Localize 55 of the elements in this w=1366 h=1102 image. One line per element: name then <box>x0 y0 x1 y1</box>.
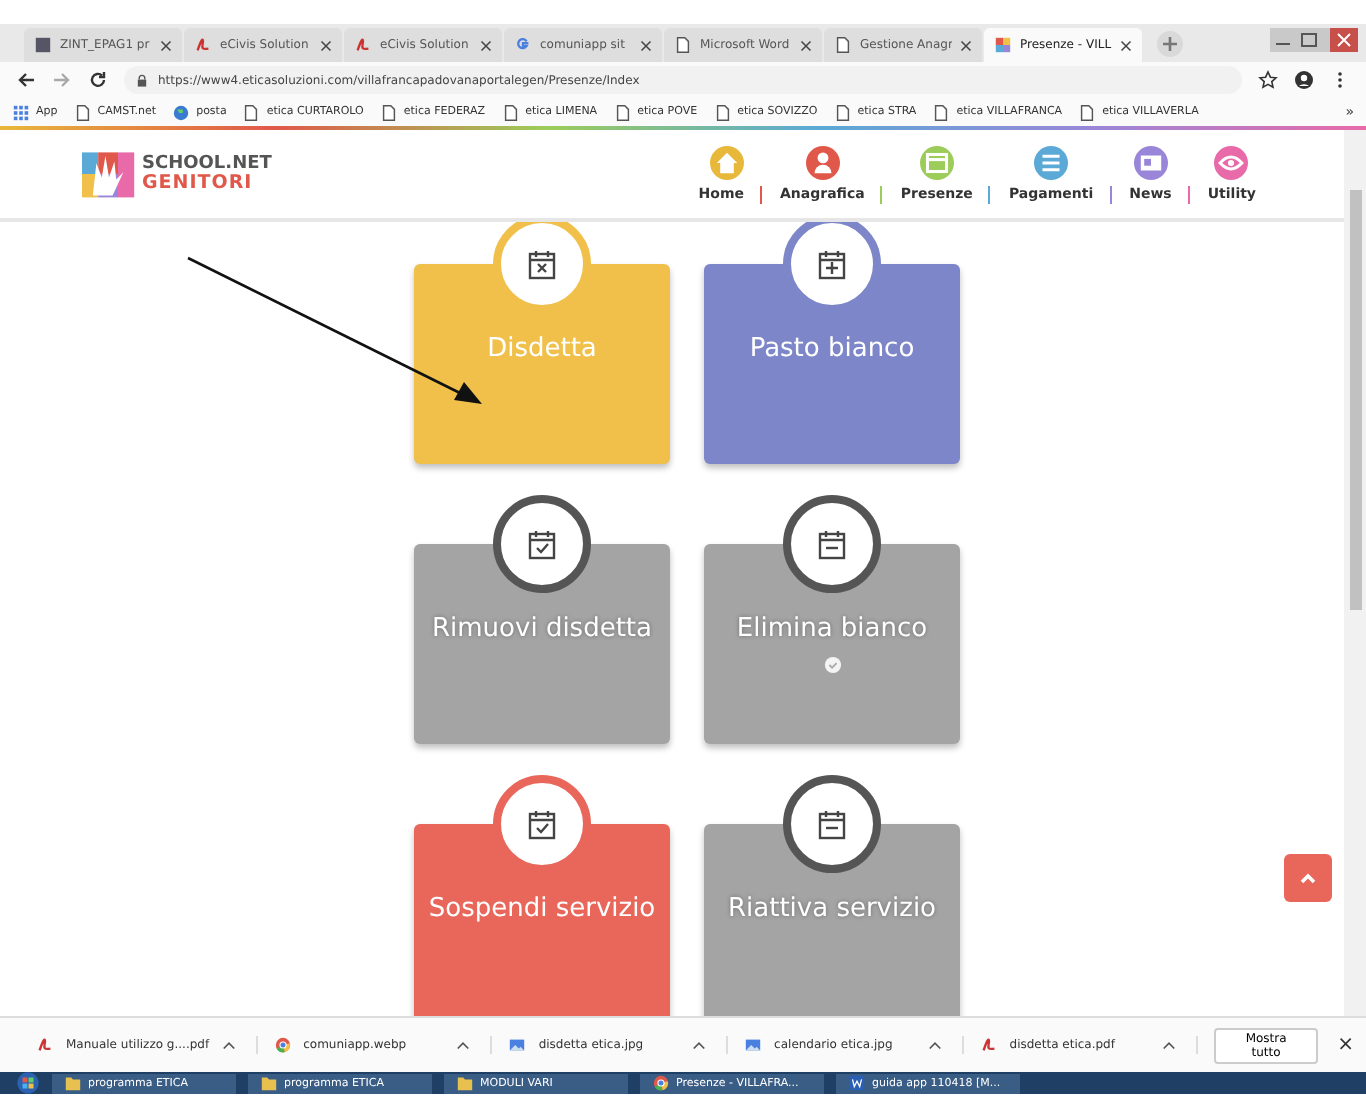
app-icon <box>994 36 1012 54</box>
page-icon <box>73 103 92 121</box>
page-icon <box>833 103 852 121</box>
close-icon <box>960 39 972 51</box>
globe-icon <box>172 103 191 121</box>
hands-logo-icon <box>82 148 136 200</box>
pdf-icon <box>354 36 372 54</box>
chrome-icon <box>652 1074 670 1092</box>
close-icon <box>480 39 492 51</box>
profile-icon[interactable] <box>1294 70 1314 90</box>
calendar-minus-icon <box>782 494 882 594</box>
caret-up-icon <box>927 1038 942 1052</box>
close-icon <box>640 39 652 51</box>
page-icon <box>932 103 951 121</box>
logo-title: SCHOOL.NET <box>142 154 272 174</box>
close-icon <box>160 39 172 51</box>
page-icon <box>674 36 692 54</box>
page-icon <box>713 103 732 121</box>
close-downloads-button[interactable]: × <box>1337 1034 1355 1056</box>
caret-up-icon <box>692 1038 707 1052</box>
reload-icon[interactable] <box>88 70 108 90</box>
chrome-icon <box>273 1036 292 1054</box>
pdf-icon <box>194 36 212 54</box>
google-icon <box>514 36 532 54</box>
pdf-icon <box>36 1036 54 1054</box>
start-button-icon <box>16 1072 40 1094</box>
new-tab-icon <box>1156 30 1184 58</box>
chevron-up-icon <box>1298 868 1318 888</box>
caret-up-icon <box>1162 1038 1177 1052</box>
page-icon <box>242 103 261 121</box>
scrollbar[interactable] <box>1344 130 1366 1016</box>
calendar-minus-icon <box>782 774 882 874</box>
page-icon <box>1078 103 1097 121</box>
document-icon <box>34 36 52 54</box>
close-icon <box>1120 39 1132 51</box>
word-icon <box>848 1074 866 1092</box>
caret-up-icon <box>221 1038 236 1052</box>
image-file-icon <box>744 1036 763 1054</box>
star-icon[interactable] <box>1258 70 1278 90</box>
back-icon[interactable] <box>16 70 36 90</box>
page-icon <box>834 36 852 54</box>
image-file-icon <box>508 1036 527 1054</box>
scroll-top-button[interactable] <box>1284 854 1332 902</box>
apps-grid-icon <box>12 103 30 121</box>
pdf-icon <box>979 1036 998 1054</box>
close-icon <box>800 39 812 51</box>
window-controls-icon <box>1270 28 1358 52</box>
page-icon <box>379 103 398 121</box>
close-icon <box>320 39 332 51</box>
logo-subtitle: GENITORI <box>142 174 255 194</box>
page-icon <box>613 103 632 121</box>
page-icon <box>501 103 520 121</box>
calendar-check-icon <box>492 494 592 594</box>
lock-icon <box>136 73 148 87</box>
caret-up-icon <box>456 1038 471 1052</box>
